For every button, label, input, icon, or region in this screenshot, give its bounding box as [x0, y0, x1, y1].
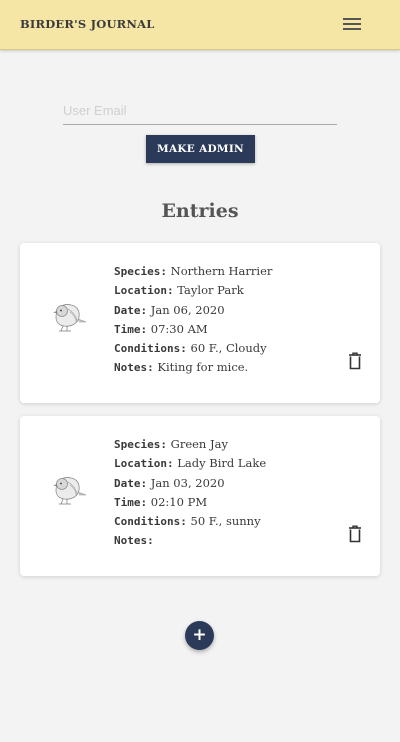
notes-row: Notes:	[114, 533, 354, 552]
date-row: Date: Jan 06, 2020	[114, 303, 354, 322]
add-entry-button[interactable]: +	[185, 621, 214, 650]
location-value: Taylor Park	[177, 283, 244, 298]
conditions-label: Conditions:	[114, 342, 187, 356]
make-admin-button[interactable]: MAKE ADMIN	[146, 135, 255, 163]
app-title: BIRDER'S JOURNAL	[20, 17, 155, 31]
app-bar: BIRDER'S JOURNAL	[0, 0, 400, 50]
date-value: Jan 06, 2020	[150, 302, 225, 317]
time-value: 02:10 PM	[150, 494, 208, 509]
date-value: Jan 03, 2020	[150, 475, 225, 490]
species-label: Species:	[114, 438, 167, 451]
bird-sketch-icon	[53, 304, 87, 332]
species-label: Species:	[114, 265, 167, 278]
location-label: Location:	[114, 284, 174, 298]
plus-icon: +	[192, 625, 207, 645]
conditions-value: 50 F., sunny	[190, 514, 261, 529]
location-value: Lady Bird Lake	[177, 456, 267, 471]
time-row: Time: 07:30 AM	[114, 322, 354, 341]
entry-fields: Species: Green Jay Location: Lady Bird L…	[114, 437, 354, 553]
time-label: Time:	[114, 495, 148, 509]
notes-value: Kiting for mice.	[157, 360, 249, 375]
conditions-row: Conditions: 50 F., sunny	[114, 514, 354, 533]
notes-label: Notes:	[114, 534, 154, 548]
trash-icon[interactable]	[347, 351, 363, 371]
location-row: Location: Lady Bird Lake	[114, 456, 354, 475]
entries-heading: Entries	[161, 200, 239, 222]
entry-card: Species: Northern Harrier Location: Tayl…	[20, 243, 380, 403]
bird-sketch-icon	[53, 477, 87, 505]
conditions-row: Conditions: 60 F., Cloudy	[114, 341, 354, 360]
location-row: Location: Taylor Park	[114, 283, 354, 302]
notes-label: Notes:	[114, 361, 154, 375]
notes-row: Notes: Kiting for mice.	[114, 360, 354, 379]
date-row: Date: Jan 03, 2020	[114, 476, 354, 495]
conditions-label: Conditions:	[114, 515, 187, 529]
location-label: Location:	[114, 457, 174, 471]
entry-fields: Species: Northern Harrier Location: Tayl…	[114, 264, 354, 380]
entry-card: Species: Green Jay Location: Lady Bird L…	[20, 416, 380, 576]
time-row: Time: 02:10 PM	[114, 495, 354, 514]
species-row: Species: Green Jay	[114, 437, 354, 456]
species-row: Species: Northern Harrier	[114, 264, 354, 283]
time-value: 07:30 AM	[150, 321, 208, 336]
species-value: Northern Harrier	[170, 264, 273, 278]
hamburger-menu-icon[interactable]	[343, 17, 361, 31]
trash-icon[interactable]	[347, 524, 363, 544]
date-label: Date:	[114, 476, 148, 490]
conditions-value: 60 F., Cloudy	[190, 341, 267, 356]
user-email-input[interactable]	[63, 96, 337, 125]
species-value: Green Jay	[170, 437, 228, 451]
time-label: Time:	[114, 322, 148, 336]
date-label: Date:	[114, 303, 148, 317]
